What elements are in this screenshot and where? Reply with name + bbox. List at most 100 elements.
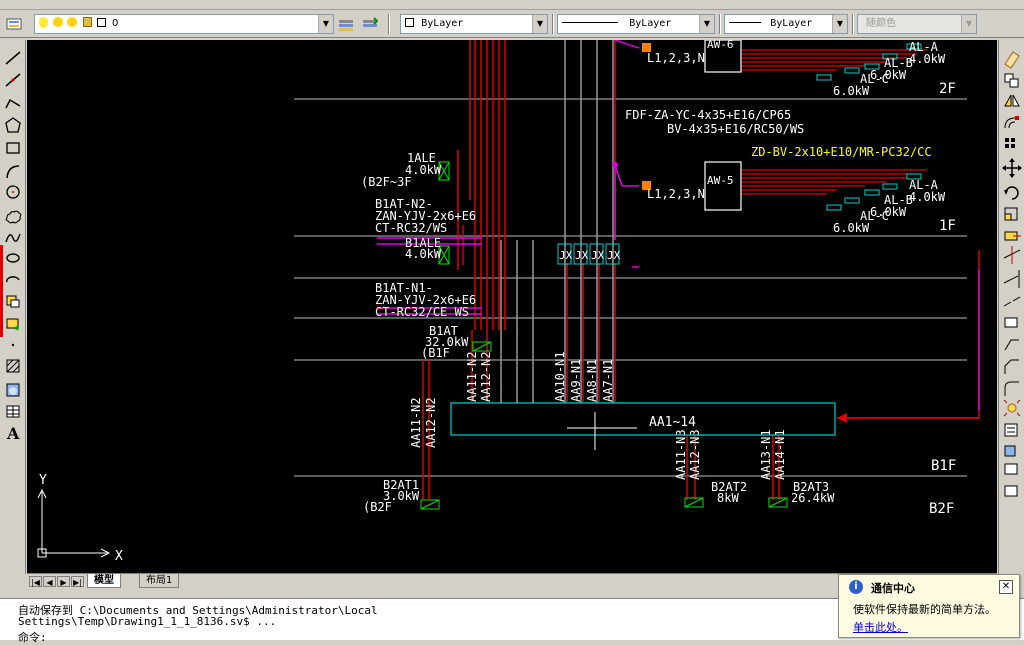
cad-window: 0 ▼ ByLayer ▼ ByLayer ▼ ByLayer ▼ 随颜色 ▼ … — [0, 0, 1024, 644]
b1at-floor: (B1F — [421, 346, 450, 360]
modify-toolbar — [998, 40, 1024, 574]
lock-icon — [82, 17, 92, 27]
polyline-icon[interactable] — [5, 98, 21, 109]
scale-icon[interactable] — [1004, 207, 1018, 221]
rectangle-icon[interactable] — [6, 142, 20, 154]
break-icon[interactable] — [1004, 317, 1018, 328]
svg-text:AA7-N1: AA7-N1 — [601, 359, 615, 402]
region-icon[interactable] — [9, 387, 17, 395]
explode-icon[interactable] — [1003, 399, 1021, 417]
arc-icon[interactable] — [6, 165, 20, 179]
line-sample-icon — [729, 22, 761, 23]
svg-text:4.0kW: 4.0kW — [909, 190, 946, 204]
linetype-value: ByLayer — [629, 18, 672, 29]
chevron-down-icon[interactable]: ▼ — [318, 15, 333, 33]
b2at3-panel[interactable] — [768, 497, 788, 508]
make-block-icon[interactable] — [6, 318, 19, 330]
floor-label-1f: 1F — [939, 218, 956, 234]
svg-text:AA10-N1: AA10-N1 — [553, 351, 567, 402]
erase-icon[interactable] — [1004, 51, 1020, 69]
svg-text:AA11-N2: AA11-N2 — [409, 397, 423, 448]
extend-icon[interactable] — [1003, 270, 1020, 288]
fillet-icon[interactable] — [1004, 381, 1019, 396]
svg-text:AA9-N1: AA9-N1 — [569, 359, 583, 402]
grip-icon[interactable] — [1004, 485, 1018, 497]
next-tab-button[interactable]: ▶ — [57, 576, 70, 587]
dist-icon[interactable] — [1004, 463, 1018, 475]
tab-model[interactable]: 模型 — [87, 574, 121, 588]
svg-text:AA13-N1: AA13-N1 — [759, 429, 773, 480]
construction-line-icon[interactable] — [5, 73, 21, 87]
prev-tab-button[interactable]: ◀ — [43, 576, 56, 587]
copy-icon[interactable] — [1004, 73, 1019, 88]
chevron-down-icon[interactable]: ▼ — [832, 15, 847, 33]
b2at1-panel[interactable] — [420, 499, 440, 510]
spline-icon[interactable] — [5, 233, 21, 243]
properties-icon[interactable] — [1004, 423, 1018, 437]
plotstyle-combo[interactable]: 随颜色 ▼ — [857, 14, 977, 34]
color-swatch-icon — [405, 18, 414, 27]
insert-block-icon[interactable] — [6, 295, 20, 308]
join-icon[interactable] — [1004, 339, 1019, 351]
match-properties-icon[interactable] — [1004, 445, 1016, 457]
svg-text:JX: JX — [607, 249, 621, 262]
svg-text:AA12-N2: AA12-N2 — [424, 397, 438, 448]
aw6-label: AW-6 — [707, 40, 734, 51]
linetype-combo[interactable]: ByLayer ▼ — [557, 14, 715, 34]
aw6-panel[interactable]: AW-6 — [704, 40, 742, 73]
svg-text:AA11-N2: AA11-N2 — [465, 351, 479, 402]
layer-manager-icon[interactable] — [6, 16, 22, 32]
svg-text:JX: JX — [575, 249, 589, 262]
b1at-panel[interactable] — [472, 341, 492, 352]
layer-combo[interactable]: 0 ▼ — [34, 14, 334, 34]
lineweight-combo[interactable]: ByLayer ▼ — [724, 14, 848, 34]
trim-icon[interactable] — [1003, 246, 1021, 264]
svg-text:AA8-N1: AA8-N1 — [585, 359, 599, 402]
notification-link[interactable]: 单击此处。 — [853, 619, 908, 635]
layer-previous-icon[interactable] — [362, 16, 379, 32]
tab-layout1[interactable]: 布局1 — [139, 574, 180, 588]
ucs-icon — [37, 488, 111, 558]
plotstyle-value: 随颜色 — [866, 18, 896, 29]
ellipse-arc-icon[interactable] — [6, 276, 20, 283]
drawing-canvas[interactable]: AW-6 L1,2,3,N AW-5 L1,2,3,N AL-A AL-B AL… — [27, 40, 997, 573]
chamfer-icon[interactable] — [1004, 359, 1019, 374]
floor-label-b1f: B1F — [931, 458, 956, 474]
svg-text:AA11-N3: AA11-N3 — [674, 429, 688, 480]
circle-icon[interactable] — [6, 185, 20, 199]
rotate-icon[interactable] — [1004, 186, 1019, 200]
close-icon[interactable]: ✕ — [999, 580, 1013, 594]
break-at-point-icon[interactable] — [1003, 296, 1021, 307]
array-icon[interactable] — [1005, 138, 1015, 148]
b2at2-kw: 8kW — [717, 491, 739, 505]
svg-text:JX: JX — [559, 249, 573, 262]
color-combo[interactable]: ByLayer ▼ — [400, 14, 548, 34]
last-tab-button[interactable]: ▶| — [71, 576, 84, 587]
chevron-down-icon[interactable]: ▼ — [699, 15, 714, 33]
line-tool-icon[interactable] — [5, 51, 21, 65]
fdf-cable-label: FDF-ZA-YC-4x35+E16/CP65 — [625, 108, 791, 122]
table-icon[interactable] — [6, 405, 20, 418]
mirror-icon[interactable] — [1004, 94, 1020, 107]
move-icon[interactable] — [1002, 158, 1022, 178]
multiline-text-icon[interactable]: A — [7, 424, 19, 443]
chevron-down-icon[interactable]: ▼ — [961, 15, 976, 33]
toolbar-separator — [852, 14, 854, 34]
chevron-down-icon[interactable]: ▼ — [532, 15, 547, 33]
title-strip — [0, 0, 1024, 10]
revision-cloud-icon[interactable] — [5, 210, 22, 224]
aw5-label: AW-5 — [707, 174, 734, 187]
polygon-icon[interactable] — [5, 117, 21, 133]
busbar-label: AA1~14 — [649, 415, 696, 430]
hatch-icon[interactable] — [6, 359, 20, 373]
aw5-panel[interactable]: AW-5 — [704, 161, 742, 211]
make-current-layer-icon[interactable] — [338, 16, 354, 32]
command-prompt[interactable]: 命令: — [18, 629, 47, 645]
offset-icon[interactable] — [1004, 116, 1019, 129]
stretch-icon[interactable] — [1004, 231, 1021, 241]
sun-icon — [53, 17, 64, 27]
first-tab-button[interactable]: |◀ — [29, 576, 42, 587]
point-icon[interactable] — [11, 343, 15, 347]
bv-cable-label: BV-4x35+E16/RC50/WS — [667, 122, 804, 136]
notification-title: 通信中心 — [871, 582, 915, 595]
